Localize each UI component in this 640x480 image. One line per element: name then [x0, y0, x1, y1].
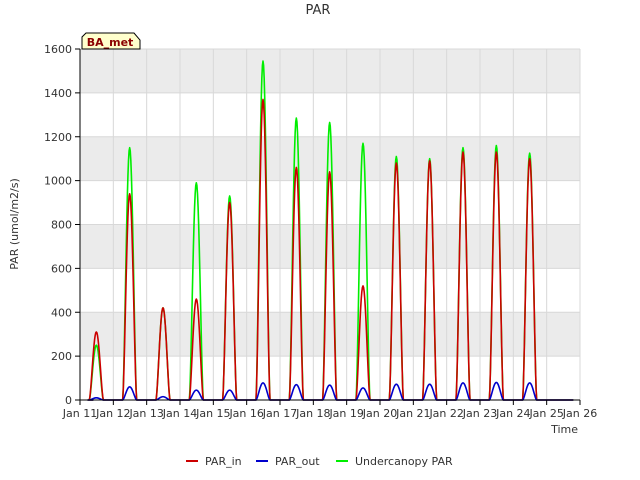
plot-band	[80, 312, 580, 357]
plot-band	[80, 356, 580, 400]
x-axis-label: Time	[550, 423, 578, 436]
y-axis-label: PAR (umol/m2/s)	[8, 178, 21, 270]
plot-band	[80, 268, 580, 313]
y-tick-label: 1600	[44, 43, 72, 56]
y-tick-label: 1200	[44, 131, 72, 144]
x-tick-label: Jan 23	[462, 407, 497, 420]
y-tick-label: 1400	[44, 87, 72, 100]
legend-label: PAR_in	[205, 455, 242, 468]
x-tick-label: Jan 20	[362, 407, 397, 420]
plot-band	[80, 49, 580, 93]
y-axis-ticks: 0 200 400 600 800 1000 1200 1400 1600	[44, 43, 80, 407]
legend: PAR_in PAR_out Undercanopy PAR	[186, 455, 453, 468]
legend-label: PAR_out	[275, 455, 320, 468]
plot-band	[80, 180, 580, 225]
x-tick-label: Jan 26	[562, 407, 597, 420]
badge: BA_met	[81, 32, 141, 50]
x-tick-label: Jan 24	[495, 407, 530, 420]
y-tick-label: 200	[51, 350, 72, 363]
x-tick-label: Jan 11	[62, 407, 97, 420]
x-tick-label: Jan 15	[195, 407, 230, 420]
x-tick-label: Jan 13	[128, 407, 163, 420]
x-tick-label: Jan 19	[328, 407, 363, 420]
x-tick-label: Jan 25	[528, 407, 563, 420]
plot-band	[80, 224, 580, 269]
x-tick-label: Jan 12	[95, 407, 130, 420]
y-tick-label: 400	[51, 306, 72, 319]
par-chart: PAR 0 200 400 600 800 1000 1200 1400 1600 Jan 11…	[8, 3, 597, 468]
badge-label: BA_met	[87, 36, 134, 49]
y-tick-label: 1000	[44, 175, 72, 188]
x-axis-ticks: Jan 11Jan 12Jan 13Jan 14Jan 15Jan 16Jan …	[62, 400, 597, 420]
x-tick-label: Jan 21	[395, 407, 430, 420]
y-tick-label: 800	[51, 219, 72, 232]
y-tick-label: 0	[65, 394, 72, 407]
x-tick-label: Jan 14	[162, 407, 197, 420]
x-tick-label: Jan 17	[262, 407, 297, 420]
y-tick-label: 600	[51, 262, 72, 275]
x-tick-label: Jan 16	[228, 407, 263, 420]
legend-label: Undercanopy PAR	[355, 455, 453, 468]
x-tick-label: Jan 18	[295, 407, 330, 420]
chart-title: PAR	[306, 3, 331, 18]
x-tick-label: Jan 22	[428, 407, 463, 420]
